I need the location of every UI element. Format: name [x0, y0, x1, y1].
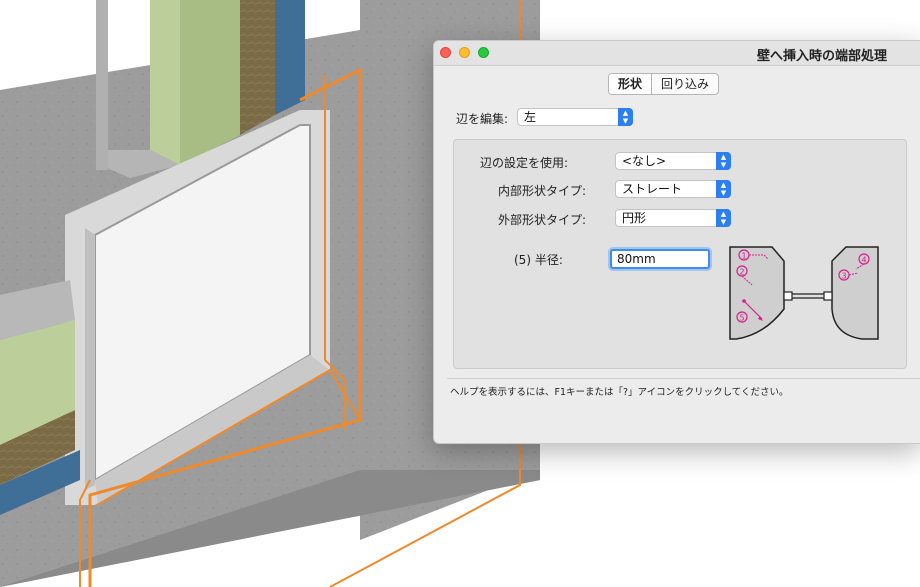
end-treatment-dialog: 壁へ挿入時の端部処理 形状 回り込み 辺を編集: 左 ▲ ▼ 辺の設定を使用: <…: [433, 40, 920, 444]
radius-label: (5) 半径:: [514, 253, 563, 267]
outer-shape-type-value: 円形: [622, 211, 647, 225]
svg-text:3: 3: [841, 272, 846, 281]
title-bar: 壁へ挿入時の端部処理: [434, 41, 920, 66]
svg-text:1: 1: [741, 252, 746, 261]
right-profile-block: [831, 246, 879, 340]
minimize-icon[interactable]: [459, 47, 470, 58]
divider: [447, 378, 920, 379]
svg-text:4: 4: [861, 256, 866, 265]
outer-shape-type-select[interactable]: 円形 ▲ ▼: [615, 209, 731, 227]
use-edge-settings-select[interactable]: <なし> ▲ ▼: [615, 152, 731, 170]
upper-wool-layer: [240, 0, 275, 135]
help-text: ヘルプを表示するには、F1キーまたは「?」アイコンをクリックしてください。: [450, 387, 789, 398]
chevron-updown-icon: ▲ ▼: [618, 108, 633, 126]
inner-shape-type-label: 内部形状タイプ:: [498, 184, 587, 198]
svg-text:2: 2: [739, 268, 744, 277]
edit-edge-select[interactable]: 左 ▲ ▼: [517, 108, 633, 126]
outer-shape-type-label: 外部形状タイプ:: [498, 213, 587, 227]
zoom-icon[interactable]: [478, 47, 489, 58]
window-title: 壁へ挿入時の端部処理: [756, 49, 887, 64]
inner-shape-type-select[interactable]: ストレート ▲ ▼: [615, 180, 731, 198]
radius-value: 80mm: [617, 252, 656, 266]
edge-profile-diagram: 1 2 3 4 5: [729, 246, 879, 340]
inner-shape-type-value: ストレート: [622, 182, 683, 196]
upper-blue-board: [275, 0, 305, 115]
tab-shape[interactable]: 形状: [609, 74, 652, 94]
close-icon[interactable]: [440, 47, 451, 58]
svg-text:5: 5: [739, 314, 744, 323]
use-edge-settings-label: 辺の設定を使用:: [480, 156, 569, 170]
edit-edge-value: 左: [524, 110, 537, 124]
tab-wrap[interactable]: 回り込み: [651, 74, 718, 94]
tab-bar: 形状 回り込み: [608, 73, 720, 95]
edit-edge-label: 辺を編集:: [456, 112, 509, 126]
use-edge-settings-value: <なし>: [622, 154, 667, 168]
settings-group: 辺の設定を使用: <なし> ▲ ▼ 内部形状タイプ: ストレート ▲ ▼ 外部形状タ…: [453, 139, 907, 369]
left-profile-block: [729, 246, 785, 340]
radius-input[interactable]: 80mm: [610, 249, 710, 269]
chevron-updown-icon: ▲ ▼: [716, 152, 731, 170]
chevron-updown-icon: ▲ ▼: [716, 180, 731, 198]
chevron-updown-icon: ▲ ▼: [716, 209, 731, 227]
